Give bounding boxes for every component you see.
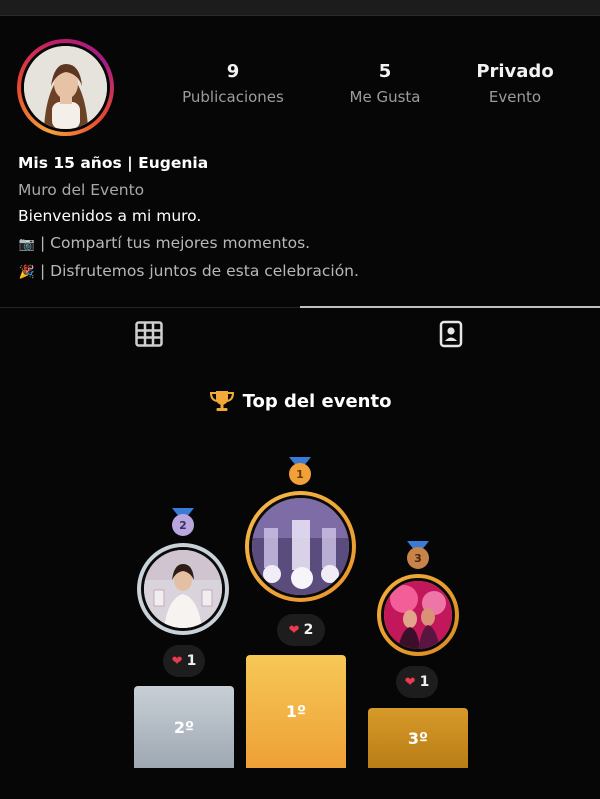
block-label: 3º <box>407 728 429 748</box>
stat-label: Me Gusta <box>349 88 421 106</box>
podium-block-third: 3º <box>368 708 468 768</box>
medal-second: 2 <box>170 505 196 537</box>
camera-icon: 📷 <box>18 236 36 252</box>
bio-welcome: Bienvenidos a mi muro. <box>18 207 202 225</box>
likes-count: 1 <box>419 674 430 690</box>
heart-icon: ❤ <box>171 653 183 669</box>
likes-count: 1 <box>186 653 197 669</box>
medal-number: 3 <box>407 547 429 569</box>
party-popper-icon: 🎉 <box>18 265 36 280</box>
stat-value: Privado <box>476 61 554 82</box>
podium-block-first: 1º <box>246 655 346 768</box>
grid-icon <box>135 321 163 347</box>
bio-line-text: | Disfrutemos juntos de esta celebración… <box>40 262 359 280</box>
top-bar <box>0 0 600 16</box>
stat-me-gusta[interactable]: 5 Me Gusta <box>320 58 450 108</box>
podium-photo-first[interactable] <box>245 491 356 602</box>
likes-badge-second[interactable]: ❤ 1 <box>163 645 205 677</box>
tab-grid[interactable] <box>129 318 169 350</box>
block-label: 1º <box>285 702 307 721</box>
heart-icon: ❤ <box>288 622 300 638</box>
podium-block-second: 2º <box>134 686 234 768</box>
likes-badge-first[interactable]: ❤ 2 <box>277 614 325 646</box>
block-label: 2º <box>173 717 195 737</box>
ranking-title: Top del evento <box>0 390 600 412</box>
medal-first: 1 <box>287 454 313 486</box>
likes-count: 2 <box>303 622 314 638</box>
trophy-icon <box>209 391 234 411</box>
avatar-photo <box>24 46 107 129</box>
medal-number: 2 <box>172 514 194 536</box>
stat-label: Publicaciones <box>182 88 284 106</box>
stat-value: 9 <box>226 61 240 82</box>
tab-tagged[interactable] <box>431 318 471 350</box>
profile-bio: Mis 15 años | Eugenia Muro del Evento Bi… <box>18 150 578 287</box>
stat-label: Evento <box>488 88 542 106</box>
heart-icon: ❤ <box>404 674 416 690</box>
tagged-person-icon <box>439 320 463 348</box>
medal-number: 1 <box>289 463 311 485</box>
profile-avatar[interactable] <box>17 39 114 136</box>
stat-evento: Privado Evento <box>450 58 580 108</box>
profile-subtitle: Muro del Evento <box>18 180 145 199</box>
stat-publicaciones[interactable]: 9 Publicaciones <box>168 58 298 108</box>
bio-line-party: 🎉 | Disfrutemos juntos de esta celebració… <box>18 258 578 287</box>
bio-line-camera: 📷 | Compartí tus mejores momentos. <box>18 230 578 259</box>
ranking-title-text: Top del evento <box>242 390 392 412</box>
profile-name: Mis 15 años | Eugenia <box>18 154 209 172</box>
profile-stats: 9 Publicaciones 5 Me Gusta Privado Event… <box>160 58 580 118</box>
likes-badge-third[interactable]: ❤ 1 <box>396 666 438 698</box>
active-tab-indicator <box>300 306 600 308</box>
bio-line-text: | Compartí tus mejores momentos. <box>40 233 311 252</box>
podium-photo-second[interactable] <box>137 543 229 635</box>
stat-value: 5 <box>378 61 392 82</box>
medal-third: 3 <box>405 538 431 570</box>
podium-photo-third[interactable] <box>377 574 459 656</box>
